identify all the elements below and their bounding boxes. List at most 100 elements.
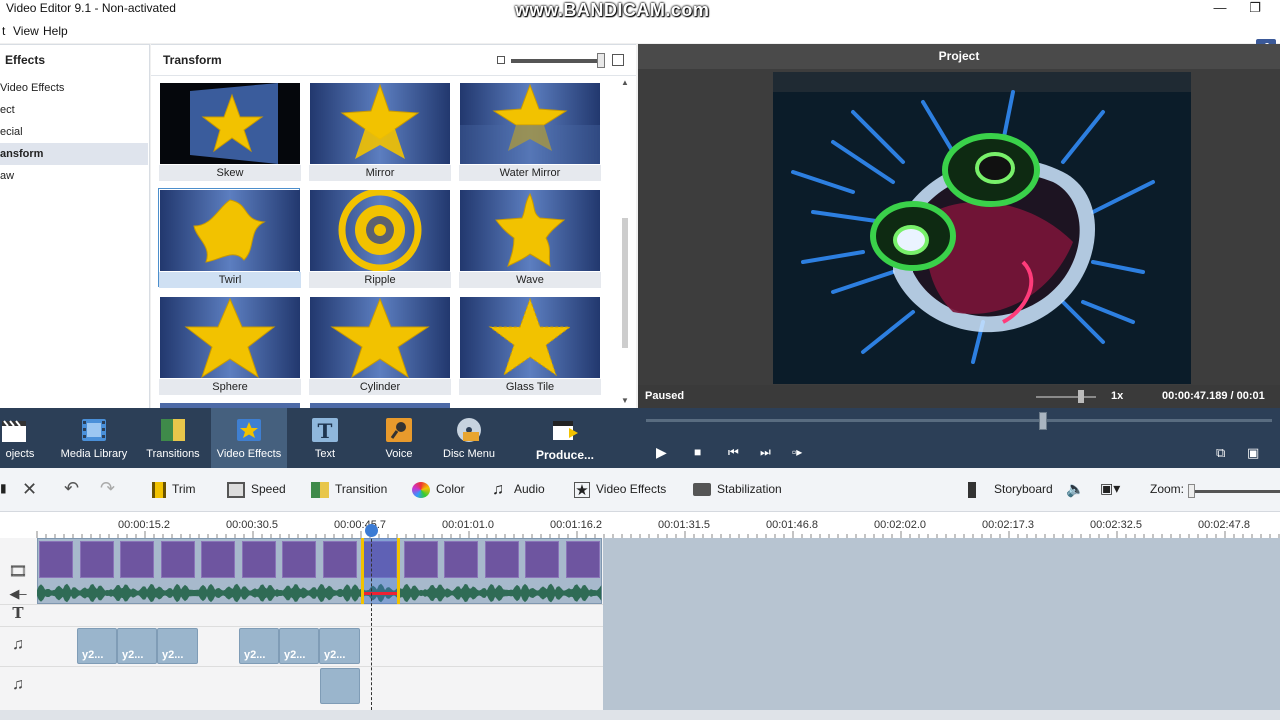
effects-gallery: Transform Skew Mirror Water Mirror Twirl… — [151, 44, 636, 409]
gallery-scrollbar[interactable]: ▲ ▼ — [621, 78, 629, 406]
menu-item-help[interactable]: Help — [43, 24, 68, 38]
timeline-ruler[interactable]: 00:00:15.2 00:00:30.5 00:00:45.7 00:01:0… — [0, 512, 1280, 538]
water-mirror-thumbnail — [460, 83, 600, 164]
small-thumbnails-icon[interactable] — [497, 56, 505, 64]
color-wheel-icon — [412, 482, 430, 498]
category-draw[interactable]: aw — [0, 165, 148, 187]
seek-handle[interactable] — [1039, 412, 1047, 430]
ruler-label: 00:01:31.5 — [658, 519, 710, 531]
thumbnail-size-handle[interactable] — [597, 53, 605, 68]
video-preview[interactable] — [773, 72, 1191, 384]
twirl-thumbnail — [160, 190, 300, 271]
main-toolbar: ojects Media Library Transitions Video E… — [0, 408, 638, 468]
star-icon: ★ — [574, 482, 590, 499]
menu-item-edit[interactable]: t — [2, 24, 5, 38]
category-special[interactable]: ecial — [0, 121, 148, 143]
tile-label: Water Mirror — [459, 165, 601, 181]
toolbar-media-library[interactable]: Media Library — [52, 408, 136, 468]
maximize-button[interactable]: ❐ — [1240, 0, 1270, 16]
toolbar-text[interactable]: T Text — [295, 408, 355, 468]
seek-bar[interactable] — [646, 419, 1272, 422]
ruler-label: 00:01:01.0 — [442, 519, 494, 531]
playhead-line — [371, 524, 372, 710]
stop-icon[interactable]: ■ — [694, 445, 701, 459]
audio-clip[interactable]: y2... — [279, 628, 319, 664]
speed-slider[interactable] — [1036, 396, 1096, 398]
category-transform[interactable]: ansform — [0, 143, 148, 165]
toolbar-produce[interactable]: Produce... — [528, 408, 602, 468]
effect-tile-ripple[interactable]: Ripple — [309, 189, 451, 288]
category-video-effects[interactable]: Video Effects — [0, 77, 148, 99]
toolbar-video-effects[interactable]: Video Effects — [211, 408, 287, 468]
undo-icon[interactable]: ↶ — [64, 478, 79, 499]
volume-icon[interactable]: 🔈 — [1066, 480, 1085, 498]
video-effects-button[interactable]: ★ Video Effects — [574, 482, 666, 499]
video-frame — [282, 541, 316, 578]
video-frame — [39, 541, 73, 578]
color-button[interactable]: Color — [412, 482, 465, 498]
audio-clip[interactable]: y2... — [157, 628, 198, 664]
microphone-icon — [386, 418, 412, 442]
audio-clip[interactable]: y2... — [117, 628, 157, 664]
camera-icon — [693, 483, 711, 497]
edit-toolbar: ▮ ✕ ↶ ↷ Trim Speed Transition Color ♫ Aud… — [0, 468, 1280, 512]
effect-tile-glass-tile[interactable]: Glass Tile — [459, 296, 601, 395]
playhead-handle[interactable] — [365, 524, 378, 537]
effect-tile-water-mirror[interactable]: Water Mirror — [459, 82, 601, 181]
audio-button[interactable]: ♫ Audio — [492, 482, 545, 498]
effect-tile-wave[interactable]: Wave — [459, 189, 601, 288]
play-icon[interactable]: ▶ — [656, 444, 667, 461]
display-options-icon[interactable]: ▣▾ — [1100, 480, 1120, 497]
ruler-label: 00:01:46.8 — [766, 519, 818, 531]
zoom-slider[interactable] — [1190, 490, 1280, 493]
speed-slider-handle[interactable] — [1078, 390, 1084, 403]
audio-clip[interactable]: y2... — [239, 628, 279, 664]
toolbar-transitions[interactable]: Transitions — [140, 408, 206, 468]
preview-title: Project — [638, 44, 1280, 69]
zoom-slider-handle[interactable] — [1188, 484, 1195, 498]
scroll-down-icon[interactable]: ▼ — [621, 396, 629, 405]
playback-status: Paused — [645, 390, 685, 402]
star-effect-icon — [237, 419, 261, 441]
effect-tile-mirror[interactable]: Mirror — [309, 82, 451, 181]
scroll-up-icon[interactable]: ▲ — [621, 78, 629, 87]
menu-item-view[interactable]: View — [13, 24, 39, 38]
effect-tile-skew[interactable]: Skew — [159, 82, 301, 181]
effect-tile-twirl[interactable]: Twirl — [158, 188, 301, 288]
audio-clip[interactable]: y2... — [77, 628, 117, 664]
video-track-icon: 🎞 — [8, 563, 28, 580]
toolbar-projects[interactable]: ojects — [0, 408, 40, 468]
category-effect[interactable]: ect — [0, 99, 148, 121]
redo-icon[interactable]: ↷ — [100, 478, 115, 499]
transition-button[interactable]: Transition — [311, 482, 387, 498]
thumbnail-size-slider[interactable] — [511, 59, 601, 63]
toolbar-disc-menu[interactable]: Disc Menu — [436, 408, 502, 468]
fullscreen-icon[interactable]: ⧉ — [1216, 445, 1225, 461]
audio-clip[interactable]: y2... — [319, 628, 360, 664]
glass-tile-thumbnail — [460, 297, 600, 378]
sphere-thumbnail — [160, 297, 300, 378]
effect-tile-sphere[interactable]: Sphere — [159, 296, 301, 395]
large-thumbnails-icon[interactable] — [612, 54, 624, 66]
minimize-button[interactable]: — — [1205, 0, 1235, 15]
effect-tile-cylinder[interactable]: Cylinder — [309, 296, 451, 395]
split-icon[interactable]: ▫▸ — [792, 445, 802, 459]
horizontal-scrollbar[interactable] — [0, 710, 1280, 720]
film-icon — [82, 419, 106, 441]
audio-clip[interactable] — [320, 668, 360, 704]
toolbar-voice[interactable]: Voice — [369, 408, 429, 468]
stabilization-button[interactable]: Stabilization — [693, 482, 782, 497]
tile-label: Twirl — [159, 272, 301, 288]
speed-button[interactable]: Speed — [227, 482, 286, 498]
storyboard-toggle-icon[interactable]: ▮ — [0, 481, 7, 495]
scroll-thumb[interactable] — [622, 218, 628, 348]
cut-marker — [364, 592, 397, 595]
next-frame-icon[interactable]: ⏭ — [760, 445, 771, 460]
video-frame — [201, 541, 235, 578]
trim-button[interactable]: Trim — [152, 482, 196, 498]
snapshot-icon[interactable]: ▣ — [1247, 445, 1259, 461]
delete-icon[interactable]: ✕ — [22, 479, 37, 500]
timeline[interactable]: 🎞 ◀– T ♫ ♫ y2... y2... y2... y2... y2...… — [0, 538, 1280, 720]
previous-frame-icon[interactable]: ⏮ — [728, 445, 739, 460]
storyboard-button[interactable]: Storyboard — [968, 482, 1053, 498]
